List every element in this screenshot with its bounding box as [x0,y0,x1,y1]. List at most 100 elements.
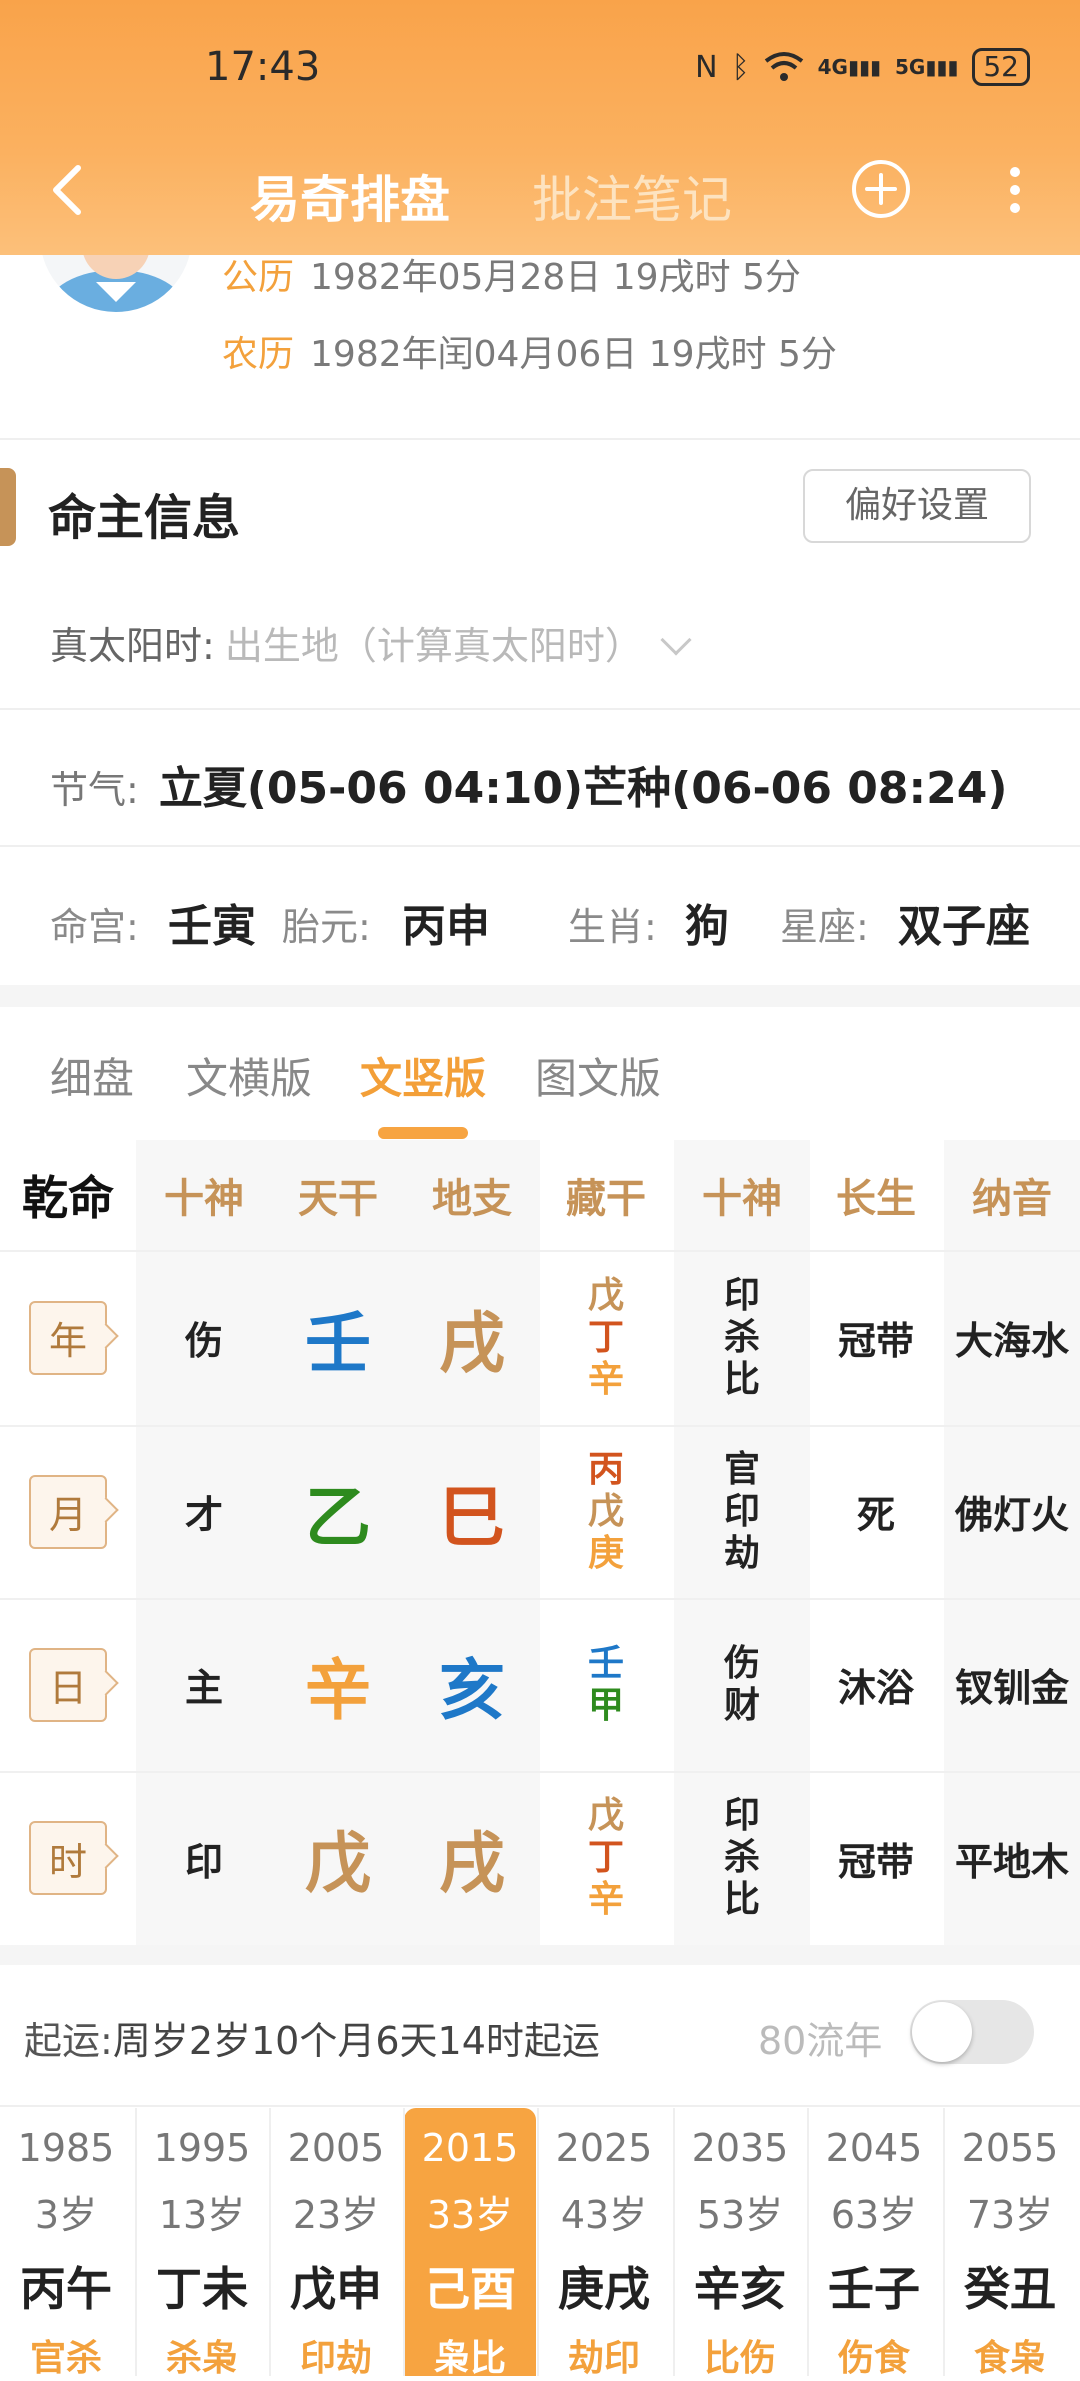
dayun-shishen: 伤食 [837,2338,910,2379]
dayun-ganzhi: 庚戌 [558,2262,650,2316]
changsheng-value: 冠带 [837,1839,914,1884]
true-solar-time-label: 真太阳时: [50,624,215,668]
dayun-age: 3岁 [34,2193,98,2237]
shishen-cell: 才 [136,1425,272,1598]
jieqi-label: 节气: [50,768,139,812]
dayun-ganzhi: 癸丑 [964,2262,1056,2316]
canggan-char: 辛 [587,1358,624,1400]
bluetooth-icon: ᛒ [731,49,750,85]
shishen-value: 伤 [184,1319,223,1363]
dayun-age: 53岁 [696,2193,784,2237]
dayun-year: 2025 [555,2126,653,2170]
toggle-knob [912,2002,972,2062]
nayin-cell: 钗钏金 [944,1598,1080,1771]
dayun-shishen: 劫印 [567,2338,640,2379]
pillar-tag: 月 [29,1474,107,1549]
canggan-stack: 壬甲 [588,1643,624,1727]
app-header: 17:43 N ᛒ 4G▮▮▮ 5G▮▮▮ 52 易奇排盘 批注笔记 [0,0,1080,255]
true-solar-time-selector[interactable]: 真太阳时: 出生地（计算真太阳时） [50,615,692,670]
tab-detail[interactable]: 细盘 [50,1045,134,1106]
chevron-down-icon [660,624,692,656]
active-tab-indicator [378,1127,468,1139]
tab-horizontal[interactable]: 文横版 [186,1045,312,1106]
minggong-row: 命宫: 壬寅 胎元: 丙申 生肖: 狗 星座: 双子座 [50,890,1040,952]
qiyun-value: 周岁2岁10个月6天14时起运 [112,2019,600,2063]
shishen-value: 才 [184,1493,223,1537]
dayun-year: 1995 [153,2126,251,2170]
dayun-column[interactable]: 1985 3岁 丙午 官杀 [0,2108,132,2379]
shengxiao-value: 狗 [685,901,729,952]
preference-settings-button[interactable]: 偏好设置 [803,469,1031,543]
taiyuan-value: 丙申 [402,901,490,952]
dayun-year: 1985 [17,2126,115,2170]
dayun-column[interactable]: 2035 53岁 辛亥 比伤 [674,2108,806,2379]
back-icon[interactable] [40,160,100,220]
shishen2-cell: 印杀比 [674,1250,810,1425]
tiangan-cell: 辛 [270,1598,406,1771]
signal-4g-icon: 4G▮▮▮ [817,55,881,79]
nayin-cell: 大海水 [944,1250,1080,1425]
liunian-toggle[interactable] [910,2000,1034,2064]
more-icon[interactable] [1000,160,1030,220]
section-accent-bar [0,468,16,546]
canggan-char: 庚 [587,1532,624,1574]
lunar-label: 农历 [222,334,295,375]
canggan-cell: 丙戊庚 [538,1425,674,1598]
shishen-cell: 印 [136,1771,272,1945]
shishen2-char: 官 [723,1448,760,1490]
shishen2-cell: 印杀比 [674,1771,810,1945]
dayun-shishen: 杀枭 [165,2338,238,2379]
dayun-column[interactable]: 1995 13岁 丁未 杀枭 [136,2108,268,2379]
nav-title[interactable]: 易奇排盘 [250,160,450,232]
nav-tab-notes[interactable]: 批注笔记 [532,160,732,232]
shishen2-char: 比 [723,1879,760,1920]
shishen2-char: 劫 [723,1532,760,1574]
dayun-ganzhi: 己酉 [424,2262,516,2316]
dayun-shishen: 食枭 [973,2338,1046,2379]
tab-vertical[interactable]: 文竖版 [360,1045,486,1106]
canggan-char: 戊 [587,1795,624,1836]
dizhi-cell: 戌 [404,1771,540,1945]
tab-graphic[interactable]: 图文版 [535,1045,661,1106]
canggan-stack: 戊丁辛 [588,1795,624,1921]
shishen2-char: 财 [723,1684,760,1726]
add-icon[interactable] [850,158,912,220]
nfc-icon: N [695,49,718,85]
battery-indicator: 52 [972,48,1030,86]
dayun-shishen: 枭比 [433,2338,506,2379]
dayun-column[interactable]: 2005 23岁 戊申 印劫 [270,2108,402,2379]
shishen2-char: 印 [723,1274,760,1316]
canggan-char: 甲 [587,1684,624,1726]
section-gap [0,985,1080,1007]
shengxiao-label: 生肖: [568,905,657,949]
canggan-cell: 戊丁辛 [538,1250,674,1425]
nayin-value: 佛灯火 [954,1493,1069,1537]
table-header-cell: 地支 [404,1140,540,1250]
nayin-cell: 平地木 [944,1771,1080,1945]
dizhi-cell: 戌 [404,1250,540,1425]
dayun-column[interactable]: 2015 33岁 己酉 枭比 [404,2108,536,2379]
divider [0,845,1080,847]
pillar-tag: 时 [29,1821,107,1895]
qiyun-row: 起运:周岁2岁10个月6天14时起运 [24,2010,600,2065]
changsheng-cell: 死 [808,1425,944,1598]
dayun-age: 33岁 [426,2193,514,2237]
tiangan-cell: 壬 [270,1250,406,1425]
column-divider [269,2108,271,2376]
jieqi-row: 节气: 立夏(05-06 04:10)芒种(06-06 08:24) [50,752,1007,816]
dayun-column[interactable]: 2055 73岁 癸丑 食枭 [944,2108,1076,2379]
dayun-year: 2035 [691,2126,789,2170]
column-divider [943,2108,945,2376]
shishen-cell: 主 [136,1598,272,1771]
section-gap [0,1945,1080,1965]
pillar-cell: 月 [0,1425,136,1598]
dayun-column[interactable]: 2045 63岁 壬子 伤食 [808,2108,940,2379]
table-header-label: 纳音 [972,1176,1052,1222]
nayin-cell: 佛灯火 [944,1425,1080,1598]
status-icons: N ᛒ 4G▮▮▮ 5G▮▮▮ 52 [695,48,1030,86]
dayun-age: 73岁 [966,2193,1054,2237]
canggan-cell: 壬甲 [538,1598,674,1771]
shishen2-stack: 伤财 [724,1643,760,1727]
dayun-age: 63岁 [830,2193,918,2237]
dayun-column[interactable]: 2025 43岁 庚戌 劫印 [538,2108,670,2379]
